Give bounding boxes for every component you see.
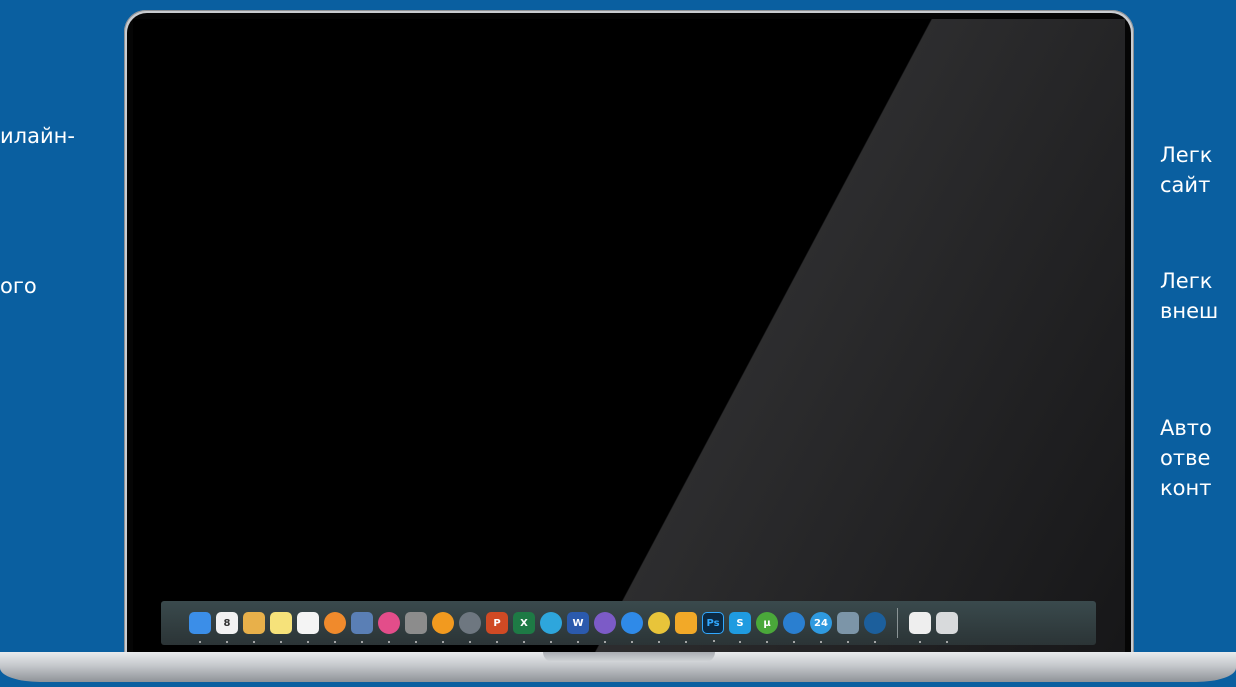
- right-text-1-line-1: Легк: [1160, 143, 1213, 167]
- running-indicator: [253, 641, 255, 643]
- right-feature-text-3: Авто отве конт: [1160, 413, 1212, 503]
- system-preferences-icon[interactable]: [405, 612, 427, 643]
- dock: 8 P X W Ps Sμ 24: [161, 601, 1096, 645]
- photos-icon[interactable]: [324, 612, 346, 643]
- powerpoint-icon[interactable]: P: [486, 612, 508, 643]
- running-indicator: [496, 641, 498, 643]
- textedit-icon[interactable]: [243, 612, 265, 643]
- finder-icon[interactable]: [189, 612, 211, 643]
- right-text-3-line-2: отве: [1160, 446, 1211, 470]
- running-indicator: [280, 641, 282, 643]
- running-indicator: [685, 641, 687, 643]
- right-text-3-line-3: конт: [1160, 476, 1212, 500]
- running-indicator: [874, 641, 876, 643]
- utorrent-icon[interactable]: μ: [756, 612, 778, 643]
- laptop-lid: 8 P X W Ps Sμ 24: [124, 10, 1134, 655]
- running-indicator: [713, 640, 715, 642]
- ibooks-icon[interactable]: [432, 612, 454, 643]
- running-indicator: [550, 641, 552, 643]
- laptop-screen: 8 P X W Ps Sμ 24: [133, 19, 1125, 655]
- left-feature-text-1: илайн-: [0, 121, 75, 151]
- viber-icon[interactable]: [594, 612, 616, 643]
- laptop-notch: [543, 652, 715, 662]
- running-indicator: [631, 641, 633, 643]
- screen-glare: [133, 19, 1125, 655]
- safari-icon[interactable]: [621, 612, 643, 643]
- image-capture-icon[interactable]: [837, 612, 859, 643]
- running-indicator: [334, 641, 336, 643]
- running-indicator: [415, 641, 417, 643]
- running-indicator: [226, 641, 228, 643]
- preview-icon[interactable]: [351, 612, 373, 643]
- running-indicator: [199, 641, 201, 643]
- left-feature-text-2: ого: [0, 271, 37, 301]
- running-indicator: [307, 641, 309, 643]
- right-feature-text-2: Легк внеш: [1160, 266, 1218, 326]
- running-indicator: [847, 641, 849, 643]
- downloads-stack-icon[interactable]: [909, 612, 931, 643]
- word-icon[interactable]: W: [567, 612, 589, 643]
- itunes-icon[interactable]: [378, 612, 400, 643]
- running-indicator: [739, 641, 741, 643]
- running-indicator: [361, 641, 363, 643]
- right-feature-text-1: Легк сайт: [1160, 140, 1212, 200]
- running-indicator: [523, 641, 525, 643]
- running-indicator: [577, 641, 579, 643]
- telegram-icon[interactable]: [540, 612, 562, 643]
- trash-icon[interactable]: [936, 612, 958, 643]
- left-text-1-line-1: илайн-: [0, 124, 75, 148]
- left-text-2-line-1: ого: [0, 274, 37, 298]
- running-indicator: [919, 641, 921, 643]
- chrome-icon[interactable]: [648, 612, 670, 643]
- right-text-3-line-1: Авто: [1160, 416, 1212, 440]
- running-indicator: [820, 641, 822, 643]
- launchpad-icon[interactable]: [459, 612, 481, 643]
- notes-icon[interactable]: [270, 612, 292, 643]
- dock-separator: [897, 608, 898, 638]
- excel-icon[interactable]: X: [513, 612, 535, 643]
- laptop-bezel: 8 P X W Ps Sμ 24: [127, 13, 1131, 655]
- photoshop-icon[interactable]: Ps: [702, 612, 724, 642]
- right-text-1-line-2: сайт: [1160, 173, 1211, 197]
- running-indicator: [946, 641, 948, 643]
- reminders-icon[interactable]: [297, 612, 319, 643]
- app-icon[interactable]: [864, 612, 886, 643]
- running-indicator: [388, 641, 390, 643]
- running-indicator: [766, 641, 768, 643]
- quicktime-icon[interactable]: [783, 612, 805, 643]
- calendar-icon[interactable]: 8: [216, 612, 238, 643]
- 24-icon[interactable]: 24: [810, 612, 832, 643]
- running-indicator: [793, 641, 795, 643]
- right-text-2-line-2: внеш: [1160, 299, 1219, 323]
- running-indicator: [469, 641, 471, 643]
- right-text-2-line-1: Легк: [1160, 269, 1213, 293]
- skype-icon[interactable]: S: [729, 612, 751, 643]
- sketch-icon[interactable]: [675, 612, 697, 643]
- running-indicator: [442, 641, 444, 643]
- running-indicator: [658, 641, 660, 643]
- running-indicator: [604, 641, 606, 643]
